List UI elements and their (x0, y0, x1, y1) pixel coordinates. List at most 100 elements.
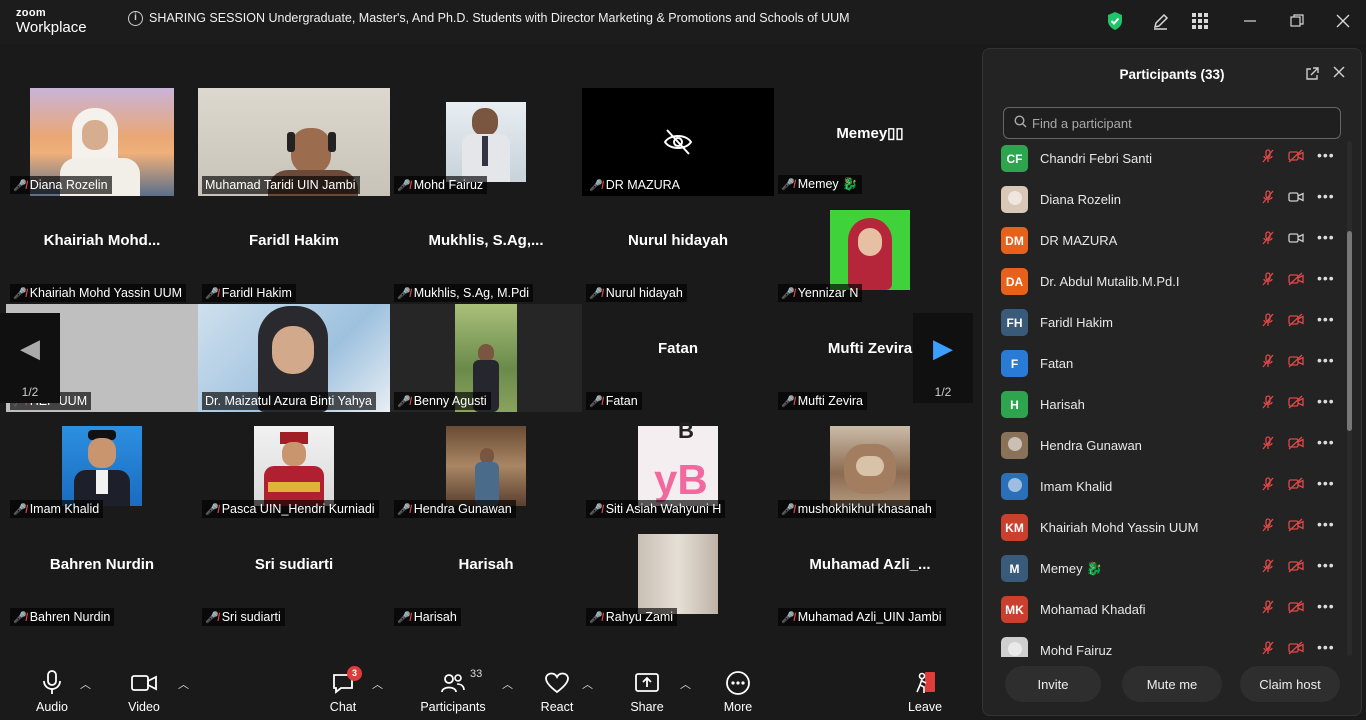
mic-muted-icon: 🎤̸ (13, 503, 27, 516)
video-tile[interactable]: 🎤̸ DR MAZURA (582, 88, 774, 196)
video-tile[interactable]: Harisah 🎤̸ Harisah (390, 520, 582, 628)
leave-button[interactable]: Leave (885, 670, 965, 714)
info-icon[interactable]: i (128, 11, 143, 26)
participant-row[interactable]: M Memey 🐉 ••• (983, 551, 1349, 592)
minimize-icon[interactable] (1239, 10, 1261, 32)
video-tile[interactable]: Mukhlis, S.Ag,... 🎤̸ Mukhlis, S.Ag, M.Pdi (390, 196, 582, 304)
tile-name: Mohd Fairuz (413, 178, 484, 192)
participant-row[interactable]: KM Khairiah Mohd Yassin UUM ••• (983, 510, 1349, 551)
mic-muted-icon (1261, 436, 1275, 453)
video-tile[interactable]: Bahren Nurdin 🎤̸ Bahren Nurdin (6, 520, 198, 628)
tile-name: Mukhlis, S.Ag, M.Pdi (413, 286, 530, 300)
participant-row[interactable]: DM DR MAZURA ••• (983, 223, 1349, 264)
participants-panel: Participants (33) CFChandri Febri Santi•… (982, 48, 1362, 716)
participant-more-icon[interactable]: ••• (1317, 598, 1335, 614)
tile-name-tag: 🎤̸ Sri sudiarti (202, 608, 285, 626)
invite-button[interactable]: Invite (1005, 666, 1101, 702)
search-input[interactable] (1030, 108, 1330, 138)
participant-name: Chandri Febri Santi (1040, 151, 1152, 166)
restore-icon[interactable] (1286, 10, 1308, 32)
next-page-button[interactable]: ▶ 1/2 (913, 313, 973, 403)
participant-more-icon[interactable]: ••• (1317, 434, 1335, 450)
video-tile[interactable]: 🎤̸ Hendra Gunawan (390, 412, 582, 520)
video-tile[interactable]: 🎤̸ Imam Khalid (6, 412, 198, 520)
claim-host-button[interactable]: Claim host (1240, 666, 1340, 702)
tile-name: Muhamad Azli_UIN Jambi (797, 610, 942, 624)
mic-muted-icon: 🎤̸ (589, 611, 603, 624)
video-tile[interactable]: Muhamad Taridi UIN Jambi (198, 88, 390, 196)
video-tile[interactable]: 🎤̸ Mohd Fairuz (390, 88, 582, 196)
participant-row[interactable]: Imam Khalid ••• (983, 469, 1349, 510)
share-button[interactable]: Share (607, 670, 687, 714)
participant-row[interactable]: DA Dr. Abdul Mutalib.M.Pd.I ••• (983, 264, 1349, 305)
tile-name: Khairiah Mohd Yassin UUM (29, 286, 183, 300)
participant-name: Harisah (1040, 397, 1085, 412)
participant-row[interactable]: F Fatan ••• (983, 346, 1349, 387)
participants-options-chevron-icon[interactable]: ︿ (502, 676, 513, 692)
participant-more-icon[interactable]: ••• (1317, 557, 1335, 573)
video-tile[interactable]: 🎤̸ Rahyu Zami (582, 520, 774, 628)
share-options-chevron-icon[interactable]: ︿ (680, 676, 691, 692)
participants-button[interactable]: 33 Participants (413, 668, 493, 714)
tile-name: Siti Asiah Wahyuni H (605, 502, 722, 516)
pop-out-icon[interactable] (1305, 67, 1319, 84)
leave-door-icon (885, 670, 965, 696)
tile-display-name: Fatan (657, 340, 698, 357)
more-button[interactable]: More (698, 670, 778, 714)
scrollbar-thumb[interactable] (1347, 231, 1352, 431)
mic-muted-icon: 🎤̸ (781, 503, 795, 516)
chat-button[interactable]: 3 Chat (303, 666, 383, 714)
participant-row[interactable]: Diana Rozelin ••• (983, 182, 1349, 223)
audio-options-chevron-icon[interactable]: ︿ (80, 676, 91, 692)
video-tile[interactable]: Nurul hidayah 🎤̸ Nurul hidayah (582, 196, 774, 304)
participant-row[interactable]: H Harisah ••• (983, 387, 1349, 428)
participant-more-icon[interactable]: ••• (1317, 147, 1335, 163)
close-window-icon[interactable] (1332, 10, 1354, 32)
video-tile[interactable]: yB B 🎤̸ Siti Asiah Wahyuni H (582, 412, 774, 520)
avatar: MK (1001, 596, 1028, 623)
video-tile[interactable]: Muhamad Azli_... 🎤̸ Muhamad Azli_UIN Jamb… (774, 520, 966, 628)
participant-more-icon[interactable]: ••• (1317, 229, 1335, 245)
prev-page-button[interactable]: ◀ 1/2 (0, 313, 60, 403)
participant-more-icon[interactable]: ••• (1317, 516, 1335, 532)
video-tile[interactable]: Fatan 🎤̸ Fatan (582, 304, 774, 412)
participant-row[interactable]: Hendra Gunawan ••• (983, 428, 1349, 469)
mute-me-button[interactable]: Mute me (1122, 666, 1222, 702)
video-tile[interactable]: Sri sudiarti 🎤̸ Sri sudiarti (198, 520, 390, 628)
tile-name-tag: 🎤̸ Siti Asiah Wahyuni H (586, 500, 726, 518)
video-tile[interactable]: 🎤̸ Yennizar N (774, 196, 966, 304)
video-tile[interactable]: 🎤̸ Benny Agusti (390, 304, 582, 412)
participant-more-icon[interactable]: ••• (1317, 188, 1335, 204)
avatar: FH (1001, 309, 1028, 336)
video-tile[interactable]: 🎤̸ Diana Rozelin (6, 88, 198, 196)
scrollbar[interactable] (1347, 141, 1352, 656)
video-tile[interactable]: 🎤̸ Pasca UIN_Hendri Kurniadi (198, 412, 390, 520)
pencil-icon[interactable] (1149, 10, 1171, 32)
participant-more-icon[interactable]: ••• (1317, 393, 1335, 409)
video-tile[interactable]: Khairiah Mohd... 🎤̸ Khairiah Mohd Yassin … (6, 196, 198, 304)
search-icon (1014, 115, 1027, 131)
participant-more-icon[interactable]: ••• (1317, 270, 1335, 286)
apps-grid-icon[interactable] (1189, 10, 1211, 32)
participants-icon: 33 (413, 668, 493, 696)
participant-search[interactable] (1003, 107, 1341, 139)
react-options-chevron-icon[interactable]: ︿ (582, 676, 593, 692)
participant-more-icon[interactable]: ••• (1317, 639, 1335, 655)
participant-row[interactable]: CF Chandri Febri Santi ••• (983, 141, 1349, 182)
video-tile[interactable]: 🎤̸ mushokhikhul khasanah (774, 412, 966, 520)
chat-options-chevron-icon[interactable]: ︿ (372, 676, 383, 692)
shield-check-icon[interactable] (1104, 10, 1126, 32)
participant-more-icon[interactable]: ••• (1317, 311, 1335, 327)
video-tile[interactable]: Faridl Hakim 🎤̸ Faridl Hakim (198, 196, 390, 304)
participant-row[interactable]: Mohd Fairuz ••• (983, 633, 1349, 657)
participant-row[interactable]: MK Mohamad Khadafi ••• (983, 592, 1349, 633)
video-button[interactable]: Video (104, 670, 184, 714)
participant-more-icon[interactable]: ••• (1317, 475, 1335, 491)
mic-muted-icon: 🎤̸ (205, 611, 219, 624)
video-options-chevron-icon[interactable]: ︿ (178, 676, 189, 692)
participant-row[interactable]: FH Faridl Hakim ••• (983, 305, 1349, 346)
close-panel-icon[interactable] (1333, 65, 1345, 83)
video-tile[interactable]: Memey▯▯ 🎤̸ Memey 🐉 (774, 88, 966, 196)
participant-more-icon[interactable]: ••• (1317, 352, 1335, 368)
active-speaker-tile[interactable]: Dr. Maizatul Azura Binti Yahya (198, 304, 390, 412)
